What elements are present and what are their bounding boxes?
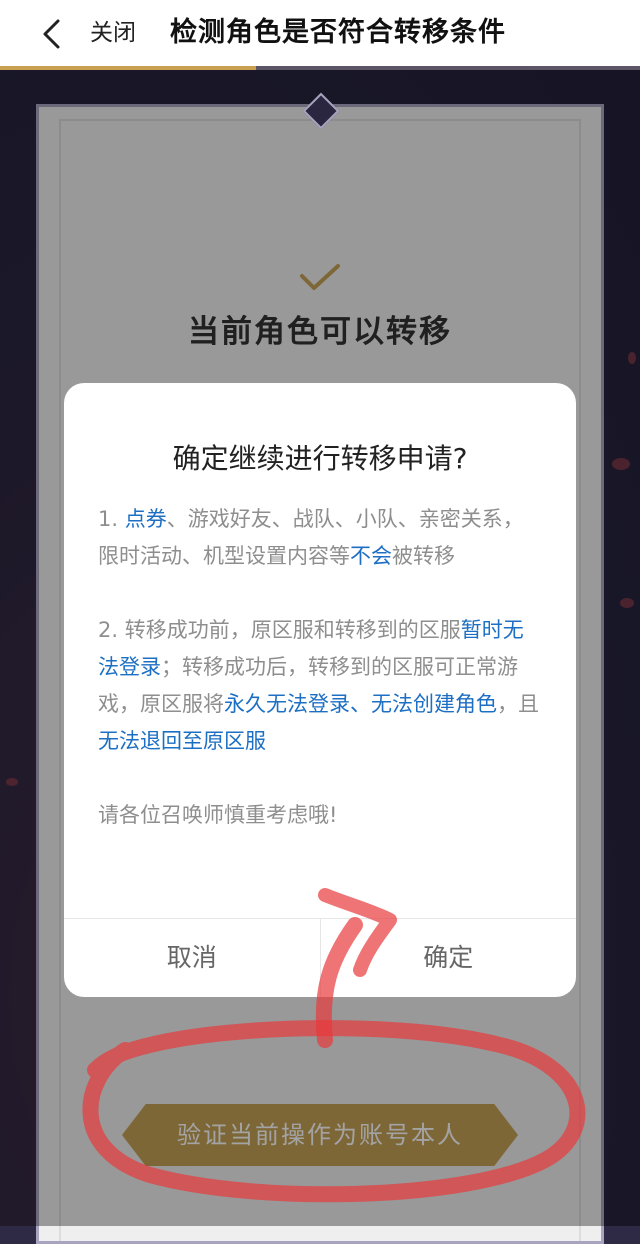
dialog-body: 1. 点券、游戏好友、战队、小队、亲密关系，限时活动、机型设置内容等不会被转移 …: [98, 501, 544, 834]
item-text: ，且: [497, 692, 539, 716]
highlight-text: 不会: [350, 544, 392, 568]
highlight-text: 点券: [124, 507, 167, 531]
page-title: 检测角色是否符合转移条件: [170, 17, 506, 48]
nav-header: 关闭 检测角色是否符合转移条件: [0, 0, 640, 67]
highlight-text: 永久无法登录、无法创建角色: [224, 692, 497, 716]
dialog-item-1: 1. 点券、游戏好友、战队、小队、亲密关系，限时活动、机型设置内容等不会被转移: [98, 501, 544, 575]
dialog-item-2: 2. 转移成功前，原区服和转移到的区服暂时无法登录；转移成功后，转移到的区服可正…: [98, 612, 544, 760]
close-link[interactable]: 关闭: [90, 16, 136, 50]
progress-bar: [0, 66, 640, 70]
dialog-footer: 取消 确定: [64, 918, 576, 997]
confirm-button[interactable]: 确定: [319, 919, 577, 997]
item-text: 1.: [98, 507, 125, 531]
dialog-title: 确定继续进行转移申请?: [172, 442, 468, 475]
highlight-text: 无法退回至原区服: [98, 729, 266, 753]
item-text: 被转移: [392, 544, 455, 568]
progress-bar-fill: [0, 66, 256, 70]
chevron-left-icon[interactable]: [38, 18, 66, 50]
dialog-note: 请各位召唤师慎重考虑哦!: [98, 803, 338, 827]
item-text: 2. 转移成功前，原区服和转移到的区服: [98, 618, 461, 642]
confirm-transfer-dialog: 确定继续进行转移申请? 1. 点券、游戏好友、战队、小队、亲密关系，限时活动、机…: [64, 383, 576, 997]
cancel-button[interactable]: 取消: [64, 919, 320, 997]
